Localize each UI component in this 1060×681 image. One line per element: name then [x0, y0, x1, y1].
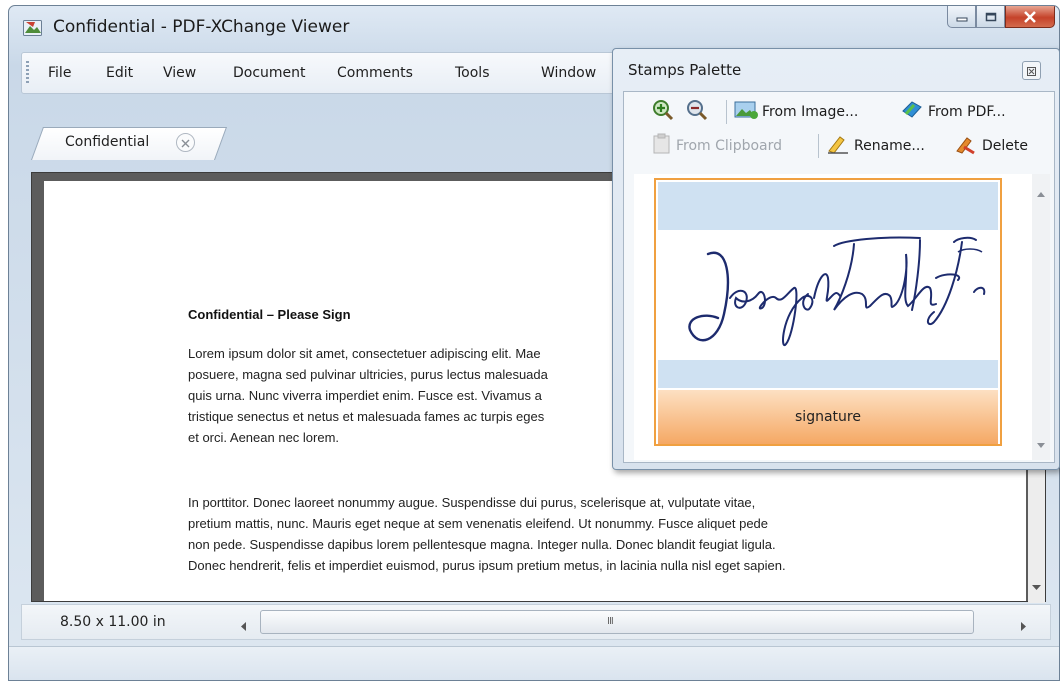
scroll-down-arrow-icon[interactable]: [1037, 433, 1045, 452]
maximize-icon: [985, 12, 997, 22]
from-image-button[interactable]: From Image...: [734, 100, 858, 124]
delete-button[interactable]: Delete: [954, 134, 1028, 158]
delete-icon: [954, 133, 982, 159]
stamp-name: signature: [658, 390, 998, 444]
stamp-item-signature[interactable]: signature: [654, 178, 1002, 446]
maximize-button[interactable]: [976, 6, 1005, 28]
from-image-label: From Image...: [762, 104, 859, 120]
pdf-stamp-icon: [900, 99, 928, 125]
page-size-readout: 8.50 x 11.00 in: [60, 614, 166, 630]
text-line: tristique senectus et netus et malesuada…: [188, 409, 545, 424]
tab-close-button[interactable]: [176, 133, 195, 152]
zoom-in-button[interactable]: [652, 100, 678, 124]
horizontal-scroll-thumb[interactable]: III: [260, 610, 974, 634]
minimize-button[interactable]: [947, 6, 976, 28]
scroll-down-arrow-icon[interactable]: [1032, 576, 1041, 595]
scroll-left-arrow-icon[interactable]: [240, 616, 246, 635]
toolbar-separator: [726, 100, 727, 124]
clipboard-icon: [652, 133, 676, 159]
close-icon: [1023, 10, 1037, 23]
rename-icon: [826, 133, 854, 159]
zoom-out-icon: [686, 99, 712, 125]
title-bar: Confidential - PDF-XChange Viewer: [9, 6, 1059, 48]
menu-edit[interactable]: Edit: [106, 65, 133, 81]
scroll-grip: III: [607, 616, 614, 627]
palette-body: From Image... From PDF... From Clipboard: [623, 91, 1055, 463]
text-line: In porttitor. Donec laoreet nonummy augu…: [188, 495, 756, 510]
menu-document[interactable]: Document: [233, 65, 306, 81]
from-clipboard-button[interactable]: From Clipboard: [652, 133, 783, 159]
menu-view[interactable]: View: [163, 65, 196, 81]
window-controls: [947, 6, 1055, 28]
from-pdf-button[interactable]: From PDF...: [900, 100, 1006, 124]
zoom-out-button[interactable]: [686, 100, 712, 124]
minimize-icon: [956, 12, 968, 22]
signature-stamp-image: [658, 182, 998, 388]
palette-toolbar-row-2: From Clipboard Rename... Delete: [624, 130, 1054, 162]
text-line: quis urna. Nunc viverra imperdiet enim. …: [188, 388, 542, 403]
menu-comments[interactable]: Comments: [337, 65, 413, 81]
text-line: Donec hendrerit, felis et imperdiet euis…: [188, 558, 786, 573]
from-pdf-label: From PDF...: [928, 104, 1006, 120]
bottom-bar: [9, 646, 1059, 680]
stamp-list: signature: [634, 174, 1032, 460]
text-line: posuere, magna sed pulvinar ultricies, p…: [188, 367, 548, 382]
stamp-list-scrollbar[interactable]: [1032, 174, 1050, 460]
palette-title: Stamps Palette: [628, 61, 742, 79]
delete-label: Delete: [982, 138, 1028, 154]
menu-window[interactable]: Window: [541, 65, 596, 81]
window-title: Confidential - PDF-XChange Viewer: [53, 17, 350, 37]
document-heading: Confidential – Please Sign: [188, 307, 351, 322]
status-bar: 8.50 x 11.00 in III: [21, 604, 1051, 640]
palette-close-button[interactable]: [1022, 61, 1041, 80]
image-icon: [734, 100, 762, 124]
zoom-in-icon: [652, 99, 678, 125]
menu-tools[interactable]: Tools: [455, 65, 490, 81]
app-icon: [23, 19, 43, 37]
close-icon: [181, 133, 190, 152]
rename-label: Rename...: [854, 138, 925, 154]
toolbar-separator: [818, 134, 819, 158]
text-line: et orci. Aenean nec lorem.: [188, 430, 340, 445]
text-line: Lorem ipsum dolor sit amet, consectetuer…: [188, 346, 541, 361]
rename-button[interactable]: Rename...: [826, 134, 925, 158]
paragraph-1: Lorem ipsum dolor sit amet, consectetuer…: [188, 343, 548, 448]
from-clipboard-label: From Clipboard: [676, 138, 783, 154]
close-button[interactable]: [1005, 6, 1055, 28]
menu-bar: File Edit View Document Comments Tools W…: [21, 52, 641, 94]
scroll-right-arrow-icon[interactable]: [1021, 616, 1027, 635]
scroll-up-arrow-icon[interactable]: [1037, 182, 1045, 201]
toolbar-grip[interactable]: [26, 61, 29, 85]
close-icon: [1027, 61, 1036, 80]
tab-label: Confidential: [65, 134, 150, 150]
menu-file[interactable]: File: [48, 65, 71, 81]
palette-toolbar-row-1: From Image... From PDF...: [624, 96, 1054, 128]
paragraph-2: In porttitor. Donec laoreet nonummy augu…: [188, 492, 786, 576]
stamps-palette: Stamps Palette From Image... From PDF...…: [612, 48, 1060, 470]
text-line: pretium mattis, nunc. Mauris eget neque …: [188, 516, 769, 531]
text-line: non pede. Suspendisse dapibus lorem pell…: [188, 537, 776, 552]
